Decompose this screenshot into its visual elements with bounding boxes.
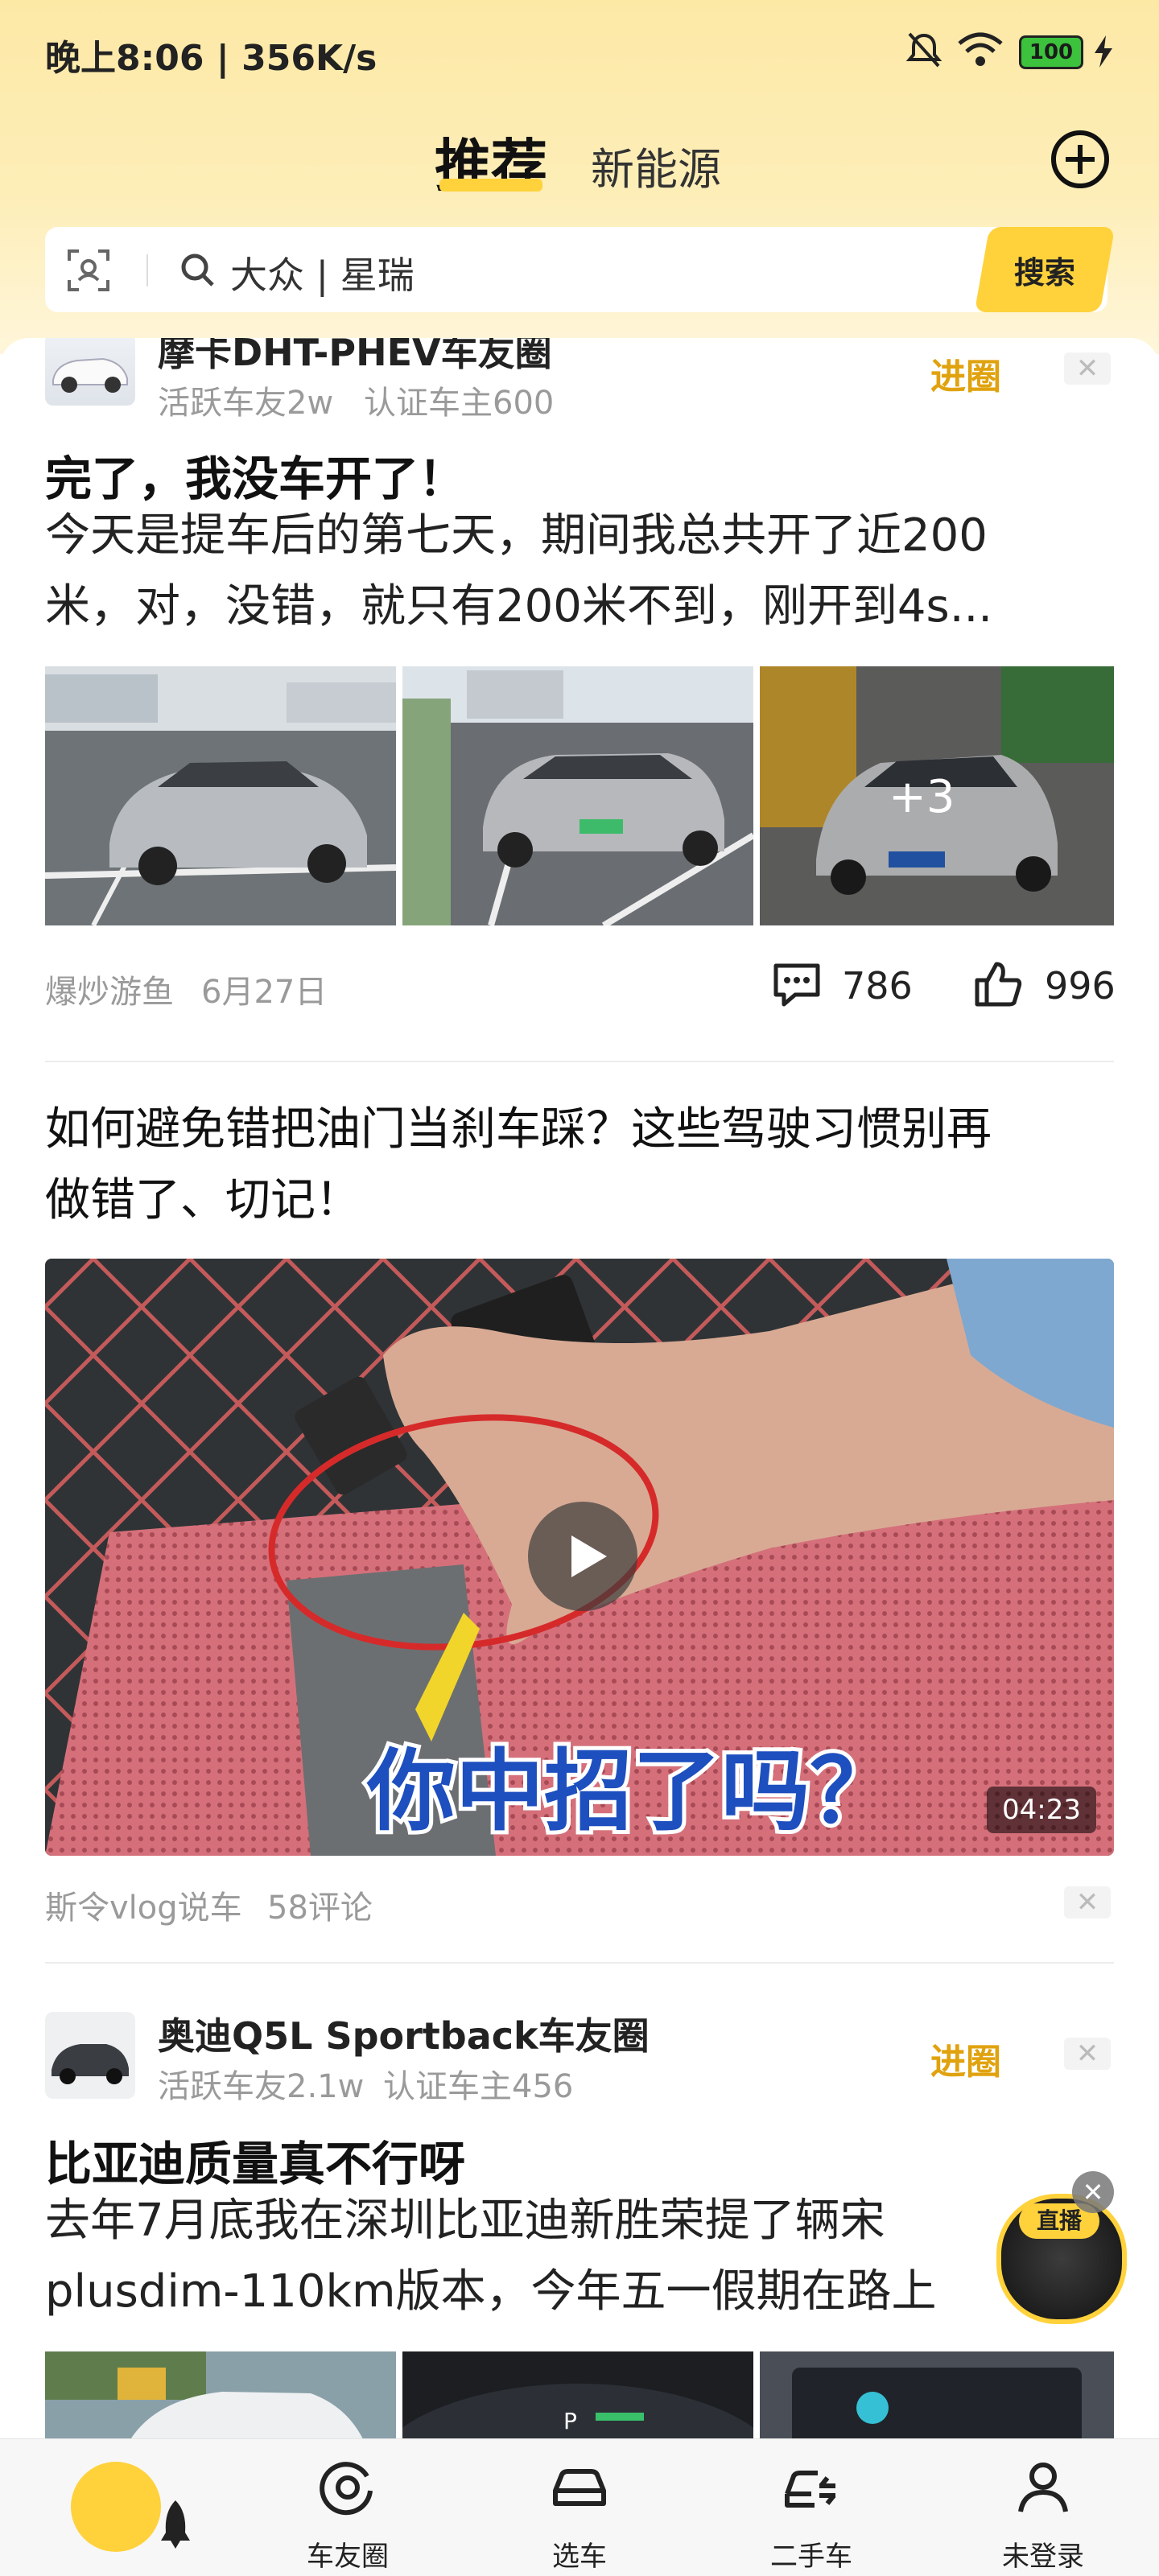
post-date: 6月27日 xyxy=(201,974,328,1011)
tab-new-energy[interactable]: 新能源 xyxy=(591,134,721,197)
rocket-button[interactable] xyxy=(71,2462,190,2552)
photo-white-car xyxy=(45,2351,396,2438)
post-title[interactable]: 完了，我没车开了！ xyxy=(45,441,465,509)
post-excerpt-line1[interactable]: 今天是提车后的第七天，期间我总共开了近200 xyxy=(45,501,988,571)
video-author[interactable]: 斯令vlog说车 xyxy=(45,1882,242,1928)
join-circle-button[interactable]: 进圈 xyxy=(930,348,1001,399)
wifi-icon xyxy=(958,32,1003,66)
feed[interactable]: 摩卡DHT-PHEV车友圈 活跃车友2w 认证车主600 进圈 ✕ 完了，我没车… xyxy=(0,338,1159,2438)
post-image[interactable]: +3 xyxy=(760,666,1114,925)
circle-avatar[interactable] xyxy=(45,2012,135,2099)
nav-select-car[interactable]: 选车 xyxy=(491,2439,668,2576)
car-icon xyxy=(553,2469,606,2506)
battery-icon: 100 xyxy=(1019,35,1083,69)
video-title-line2[interactable]: 做错了、切记！ xyxy=(45,1165,361,1236)
battery-level: 100 xyxy=(1029,40,1074,64)
close-icon[interactable]: ✕ xyxy=(1064,352,1111,385)
video-comment-count: 58评论 xyxy=(267,1890,373,1927)
close-icon[interactable]: ✕ xyxy=(1064,2038,1111,2070)
video-title-line1[interactable]: 如何避免错把油门当刹车踩？这些驾驶习惯别再 xyxy=(45,1094,992,1165)
circle-name[interactable]: 奥迪Q5L Sportback车友圈 xyxy=(158,2007,650,2060)
post-excerpt-line1[interactable]: 去年7月底我在深圳比亚迪新胜荣提了辆宋 xyxy=(45,2186,885,2257)
post-image[interactable] xyxy=(402,666,753,925)
search-button-label: 搜索 xyxy=(1013,254,1075,291)
post-image[interactable] xyxy=(45,666,396,925)
mute-bell-icon xyxy=(905,32,942,68)
video-player[interactable]: 你中招了吗？ 04:23 xyxy=(45,1259,1114,1856)
join-circle-button[interactable]: 进圈 xyxy=(930,2033,1001,2084)
add-icon[interactable] xyxy=(1050,129,1111,190)
tab-active-indicator xyxy=(439,179,542,192)
car-thumbnail-icon xyxy=(52,357,128,393)
post-excerpt-line2[interactable]: plusdim-110km版本，今年五一假期在路上 xyxy=(45,2257,937,2327)
nav-label: 二手车 xyxy=(770,2541,852,2573)
search-divider xyxy=(146,254,148,286)
rocket-icon xyxy=(161,2500,190,2549)
circle-name[interactable]: 摩卡DHT-PHEV车友圈 xyxy=(158,338,552,377)
active-members: 活跃车友2.1w xyxy=(158,2068,365,2105)
nav-car-circle[interactable]: 车友圈 xyxy=(259,2439,436,2576)
divider xyxy=(45,1061,1114,1062)
close-icon[interactable]: ✕ xyxy=(1064,1886,1111,1919)
video-duration: 04:23 xyxy=(987,1787,1096,1833)
bottom-navigation: 车友圈 选车 二手车 未登录 xyxy=(0,2438,1159,2576)
close-live-icon[interactable]: ✕ xyxy=(1072,2171,1114,2213)
post-author[interactable]: 爆炒游鱼 xyxy=(45,966,174,1012)
photo-dashboard: P xyxy=(402,2351,753,2438)
app-header: 晚上8:06 | 356K/s 100 推荐 新能源 大众 | 星瑞 搜索 xyxy=(0,0,1159,354)
like-count: 996 xyxy=(1045,964,1116,1008)
post-title[interactable]: 比亚迪质量真不行呀 xyxy=(45,2126,465,2194)
circle-avatar[interactable] xyxy=(45,338,135,406)
like-icon[interactable] xyxy=(972,959,1024,1009)
nav-home[interactable] xyxy=(27,2439,204,2576)
post-image[interactable] xyxy=(760,2351,1114,2438)
more-images-count: +3 xyxy=(889,771,955,823)
play-button[interactable] xyxy=(528,1502,637,1611)
post-excerpt-line2[interactable]: 米，对，没错，就只有200米不到，刚开到4s... xyxy=(45,571,992,642)
video-caption: 你中招了吗？ xyxy=(366,1740,898,1843)
certified-owners: 认证车主456 xyxy=(383,2068,574,2105)
nav-label: 选车 xyxy=(552,2541,607,2573)
search-icon xyxy=(181,253,214,286)
person-icon xyxy=(1018,2463,1068,2512)
certified-owners: 认证车主600 xyxy=(364,385,555,422)
target-icon xyxy=(320,2462,373,2516)
play-icon xyxy=(571,1535,607,1577)
divider xyxy=(45,1962,1114,1964)
nav-profile[interactable]: 未登录 xyxy=(955,2439,1132,2576)
search-bar[interactable]: 大众 | 星瑞 搜索 xyxy=(45,227,1116,312)
photo-suv-rear xyxy=(402,666,753,925)
photo-silver-suv xyxy=(45,666,396,925)
charging-icon xyxy=(1095,35,1112,68)
comment-icon[interactable] xyxy=(771,961,823,1009)
search-button[interactable]: 搜索 xyxy=(974,227,1116,312)
nav-used-car[interactable]: 二手车 xyxy=(723,2439,900,2576)
scan-icon[interactable] xyxy=(66,248,111,293)
live-stream-badge[interactable]: 直播 xyxy=(996,2194,1127,2324)
svg-text:P: P xyxy=(563,2408,577,2434)
nav-label: 车友圈 xyxy=(307,2541,389,2573)
comment-count: 786 xyxy=(842,964,913,1008)
car-thumbnail-icon xyxy=(52,2044,129,2084)
post-image[interactable] xyxy=(45,2351,396,2438)
search-placeholder[interactable]: 大众 | 星瑞 xyxy=(230,246,415,299)
used-car-icon xyxy=(785,2471,836,2508)
post-image[interactable]: P xyxy=(402,2351,753,2438)
nav-label: 未登录 xyxy=(1002,2541,1084,2573)
photo-screen xyxy=(760,2351,1114,2438)
status-time-speed: 晚上8:06 | 356K/s xyxy=(45,38,377,79)
active-members: 活跃车友2w xyxy=(158,385,334,422)
